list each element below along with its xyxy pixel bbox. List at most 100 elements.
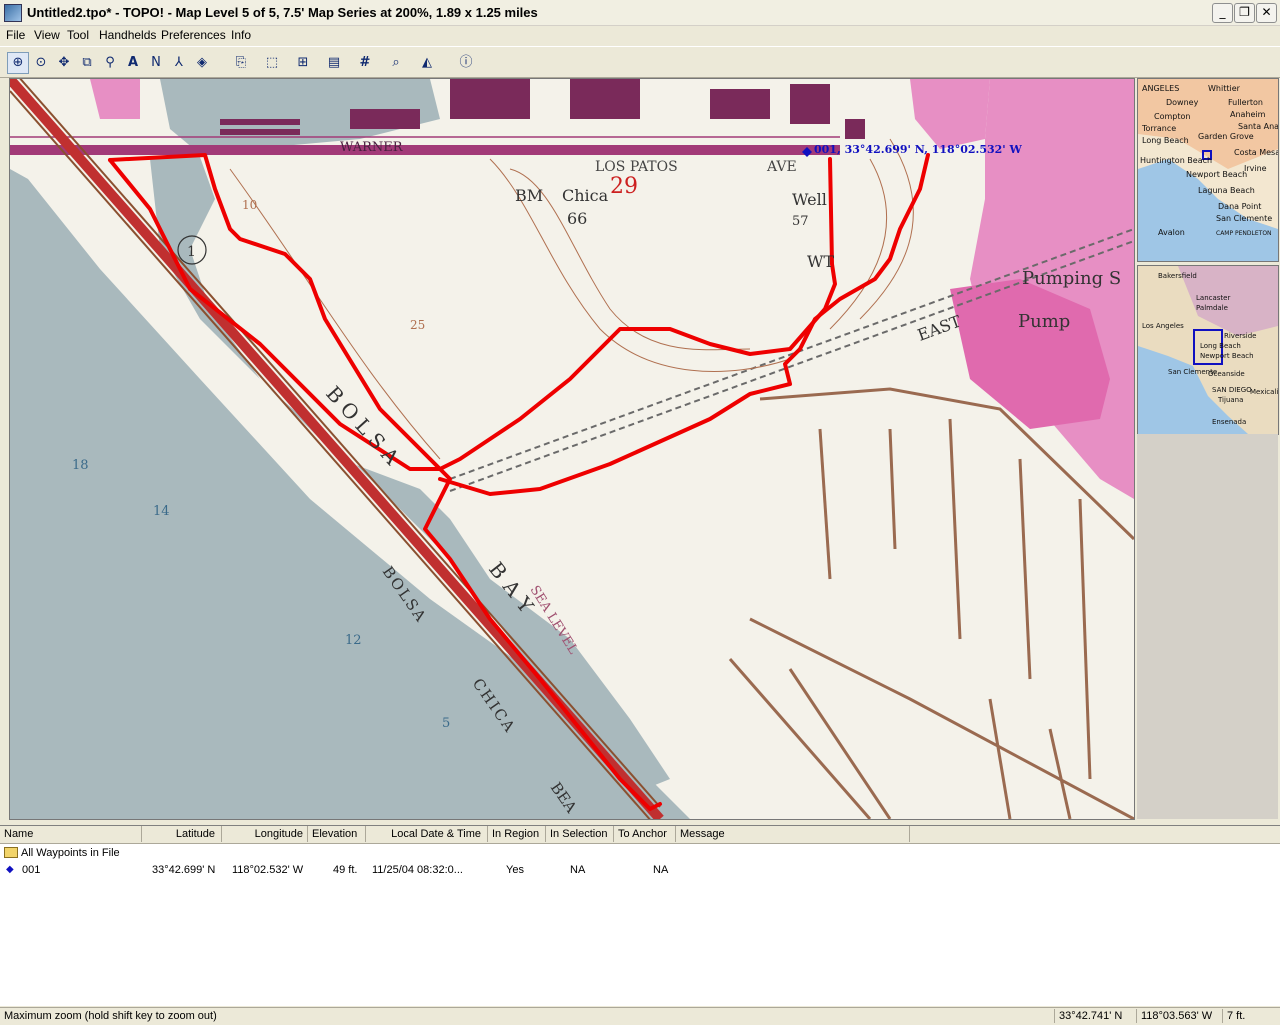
status-message: Maximum zoom (hold shift key to zoom out… [4,1010,217,1022]
cell-elevation: 49 ft. [333,864,358,876]
ov-camp-pendleton: CAMP PENDLETON [1216,230,1272,237]
ov-dana-point: Dana Point [1218,202,1261,211]
ov2-long-beach: Long Beach [1200,342,1241,350]
depth-14: 14 [153,504,170,519]
ov-long-beach: Long Beach [1142,136,1189,145]
overview-map-regional[interactable]: ANGELES Whittier Downey Compton Torrance… [1137,78,1279,262]
ov2-oceanside: Oceanside [1208,370,1245,378]
menu-tool[interactable]: Tool [67,28,89,42]
waypoint-icon[interactable]: ◈ [191,52,213,74]
col-elevation[interactable]: Elevation [308,826,366,842]
ov-downey: Downey [1166,98,1199,107]
label-pumping: Pumping S [1022,268,1121,289]
overview-regional-canvas: ANGELES Whittier Downey Compton Torrance… [1138,79,1278,261]
route-1-label: 1 [187,244,196,260]
depth-5: 5 [442,716,450,731]
ov2-ensenada: Ensenada [1212,418,1246,426]
ov-newport: Newport Beach [1186,170,1247,179]
status-latitude: 33°42.741' N [1054,1009,1137,1023]
handheld-icon[interactable]: ⊞ [292,52,314,74]
route-icon[interactable]: N [145,52,167,74]
search-icon[interactable]: ⌕ [385,52,407,74]
ov-torrance: Torrance [1141,124,1176,133]
zoom-in-icon[interactable]: ⊕ [7,52,29,74]
ov2-mexicali: Mexicali [1250,388,1278,396]
cell-to-anchor: NA [653,864,669,876]
cell-longitude: 118°02.532' W [232,864,304,876]
grid-icon[interactable]: # [354,52,376,74]
street-grid [728,387,1134,819]
waypoint-label: 001, 33°42.699' N, 118°02.532' W [814,143,1022,156]
col-datetime[interactable]: Local Date & Time [366,826,488,842]
col-longitude[interactable]: Longitude [222,826,308,842]
menu-file[interactable]: File [6,28,25,42]
open-icon[interactable]: ⎘ [230,52,252,74]
label-elev-66: 66 [567,209,587,228]
status-bar: Maximum zoom (hold shift key to zoom out… [0,1007,1280,1025]
label-ave: AVE [766,159,797,175]
gps-icon[interactable]: ▤ [323,52,345,74]
depth-12: 12 [345,633,362,648]
ov2-newport: Newport Beach [1200,352,1254,360]
text-icon[interactable]: A [122,52,144,74]
menu-preferences[interactable]: Preferences [161,28,226,42]
ov-san-clemente: San Clemente [1216,214,1272,223]
minimize-button[interactable]: _ [1212,3,1233,23]
contour-10: 10 [242,198,257,212]
col-to-anchor[interactable]: To Anchor [614,826,676,842]
label-well-57: 57 [792,214,809,229]
ov2-bakersfield: Bakersfield [1158,272,1197,280]
overview-map-state[interactable]: Bakersfield Lancaster Palmdale Los Angel… [1137,265,1279,435]
ov-irvine: Irvine [1244,164,1267,173]
label-section-29: 29 [610,174,638,199]
ov-garden-grove: Garden Grove [1198,132,1254,141]
ov2-palmdale: Palmdale [1196,304,1228,312]
ov2-tijuana: Tijuana [1217,396,1243,404]
side-panel-blank [1137,434,1278,819]
ov-whittier: Whittier [1208,84,1241,93]
menu-view[interactable]: View [34,28,60,42]
info-icon[interactable]: ⓘ [455,52,477,74]
label-chica: Chica [562,186,609,205]
trail-icon[interactable]: ⅄ [168,52,190,74]
folder-icon [4,847,18,858]
label-wt: WT [807,252,834,271]
col-in-region[interactable]: In Region [488,826,546,842]
cell-in-selection: NA [570,864,586,876]
ov-fullerton: Fullerton [1228,98,1263,107]
status-elevation: 7 ft. [1222,1009,1277,1023]
urban-area [910,79,990,149]
topo-map[interactable]: WARNER LOS PATOS AVE BM Chica 66 29 Well… [9,78,1135,820]
col-message[interactable]: Message [676,826,910,842]
menu-info[interactable]: Info [231,28,251,42]
col-latitude[interactable]: Latitude [142,826,222,842]
pan-icon[interactable]: ✥ [53,52,75,74]
ov-santa-ana: Santa Ana [1238,122,1278,131]
ov2-los-angeles: Los Angeles [1142,322,1184,330]
select-icon[interactable]: ⬚ [261,52,283,74]
map-canvas: WARNER LOS PATOS AVE BM Chica 66 29 Well… [10,79,1134,819]
menu-bar: File View Tool Handhelds Preferences Inf… [0,26,1280,45]
label-well: Well [792,190,827,209]
warner-avenue [10,145,840,155]
window-title: Untitled2.tpo* - TOPO! - Map Level 5 of … [27,5,538,20]
cell-in-region: Yes [506,864,524,876]
pushpin-icon[interactable]: ⚲ [99,52,121,74]
ov2-lancaster: Lancaster [1196,294,1230,302]
ov-angeles: ANGELES [1142,84,1179,93]
cell-latitude: 33°42.699' N [152,864,216,876]
maximize-button[interactable]: ❐ [1234,3,1255,23]
close-button[interactable]: ✕ [1256,3,1277,23]
ov-huntington: Huntington Beach [1140,156,1212,165]
table-header: Name Latitude Longitude Elevation Local … [0,826,1280,844]
center-icon[interactable]: ⊙ [30,52,52,74]
profile-icon[interactable]: ◭ [416,52,438,74]
label-pump: Pump [1018,311,1070,332]
col-in-selection[interactable]: In Selection [546,826,614,842]
col-name[interactable]: Name [0,826,142,842]
menu-handhelds[interactable]: Handhelds [99,28,156,42]
ov2-riverside: Riverside [1224,332,1256,340]
table-row[interactable]: ◆ 001 33°42.699' N 118°02.532' W 49 ft. … [0,862,1280,878]
copy-icon[interactable]: ⧉ [76,52,98,74]
urban-area [90,79,140,119]
